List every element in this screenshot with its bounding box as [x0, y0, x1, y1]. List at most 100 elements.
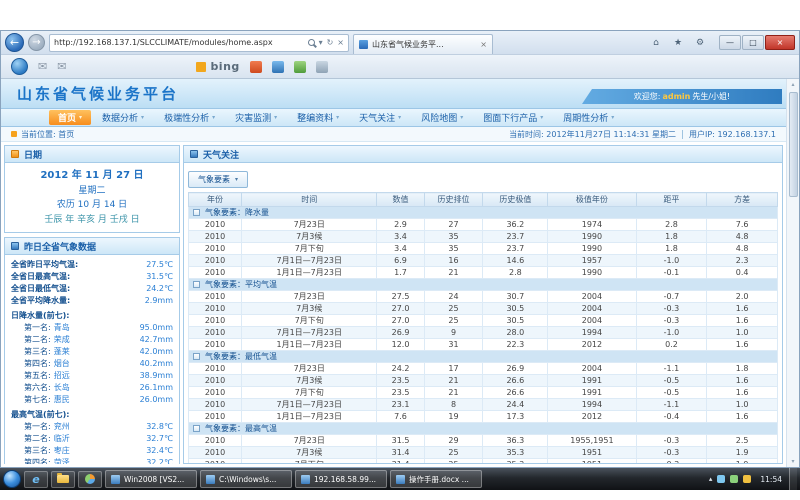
bing-label: bing — [210, 60, 239, 73]
table-cell: 2010 — [189, 231, 242, 243]
forward-icon: → — [32, 38, 40, 48]
chevron-down-icon: ▾ — [460, 114, 463, 121]
nav-item[interactable]: 图面下行产品▾ — [474, 110, 552, 125]
table-row: 20107月3候3.43523.719901.84.8 — [189, 231, 778, 243]
nav-item[interactable]: 极端性分析▾ — [155, 110, 224, 125]
table-cell: -0.5 — [636, 387, 707, 399]
toolbar-icon[interactable] — [272, 61, 284, 73]
minimize-button[interactable]: — — [719, 35, 741, 50]
table-cell: 25 — [424, 447, 483, 459]
antivirus-icon[interactable] — [730, 475, 738, 483]
element-filter-button[interactable]: 气象要素 ▾ — [188, 171, 248, 188]
nav-item[interactable]: 数据分析▾ — [93, 110, 153, 125]
bing-logo: bing — [196, 60, 239, 73]
rank-group-title: 日降水量(前七): — [11, 310, 173, 322]
taskbar-window-button[interactable]: Win2008 [VS2... — [105, 470, 197, 488]
expand-icon[interactable] — [193, 209, 200, 216]
home-icon: ⌂ — [653, 38, 659, 48]
address-bar[interactable]: http://192.168.137.1/SLCCLIMATE/modules/… — [49, 34, 349, 52]
section-row[interactable]: 气象要素：最低气温 — [189, 351, 778, 363]
tab-close-button[interactable]: × — [480, 40, 487, 49]
maximize-button[interactable]: □ — [742, 35, 764, 50]
table-cell: 8 — [424, 399, 483, 411]
ie-taskbar-button[interactable]: e — [24, 471, 48, 488]
chevron-down-icon: ▾ — [274, 114, 277, 121]
mail-icon[interactable]: ✉ — [38, 60, 47, 73]
nav-item[interactable]: 天气关注▾ — [350, 110, 410, 125]
table-cell: 2004 — [548, 303, 636, 315]
scrollbar-thumb[interactable] — [789, 92, 798, 197]
close-button[interactable]: × — [765, 35, 795, 50]
table-cell: 1.6 — [707, 339, 778, 351]
table-cell: 31.4 — [377, 447, 424, 459]
nav-item-label: 天气关注 — [359, 111, 395, 124]
page-scrollbar[interactable]: ▴ ▾ — [786, 79, 799, 467]
network-icon[interactable] — [717, 475, 725, 483]
mail-icon[interactable]: ✉ — [57, 60, 66, 73]
taskbar-window-button[interactable]: 192.168.58.99... — [295, 470, 387, 488]
search-icon[interactable] — [308, 39, 315, 46]
table-cell: 30.5 — [483, 303, 548, 315]
column-header: 距平 — [636, 193, 707, 207]
scroll-up-icon[interactable]: ▴ — [791, 79, 794, 90]
rank-label: 第七名: — [24, 394, 51, 406]
table-cell: 24.2 — [377, 363, 424, 375]
location-icon — [11, 131, 17, 137]
browser-tab[interactable]: 山东省气候业务平... × — [353, 34, 493, 54]
taskbar-window-button[interactable]: 操作手册.docx ... — [390, 470, 482, 488]
refresh-icon[interactable]: ↻ — [327, 38, 334, 47]
screen: ← → http://192.168.137.1/SLCCLIMATE/modu… — [0, 0, 800, 500]
table-row: 20107月23日24.21726.92004-1.11.8 — [189, 363, 778, 375]
toolbar-icon[interactable] — [250, 61, 262, 73]
table-cell: 2010 — [189, 447, 242, 459]
table-row: 20107月下旬27.02530.52004-0.31.6 — [189, 315, 778, 327]
taskbar-clock[interactable]: 11:54 — [756, 475, 786, 484]
tools-button[interactable]: ⚙ — [691, 35, 709, 51]
explorer-taskbar-button[interactable] — [51, 471, 75, 488]
table-cell: 1990 — [548, 243, 636, 255]
table-cell: 26.6 — [483, 375, 548, 387]
table-cell: 3.4 — [377, 243, 424, 255]
browser-forward-button[interactable]: → — [28, 34, 45, 51]
tray-expand-icon[interactable]: ▴ — [709, 475, 713, 483]
toolbar-icon[interactable] — [316, 61, 328, 73]
start-button[interactable] — [3, 470, 21, 488]
taskbar-button-label: 192.168.58.99... — [314, 475, 376, 484]
table-cell: 23.5 — [377, 375, 424, 387]
nav-item[interactable]: 整编资料▾ — [288, 110, 348, 125]
rank-value: 42.7mm — [140, 334, 173, 346]
section-row[interactable]: 气象要素：平均气温 — [189, 279, 778, 291]
expand-icon[interactable] — [193, 425, 200, 432]
rank-station: 蓬莱 — [54, 346, 140, 358]
nav-item[interactable]: 周期性分析▾ — [554, 110, 623, 125]
nav-item-label: 整编资料 — [297, 111, 333, 124]
expand-icon[interactable] — [193, 353, 200, 360]
home-button[interactable]: ⌂ — [647, 35, 665, 51]
media-taskbar-button[interactable] — [78, 471, 102, 488]
table-cell: 2012 — [548, 339, 636, 351]
taskbar-window-button[interactable]: C:\Windows\s... — [200, 470, 292, 488]
table-cell: 1.6 — [707, 375, 778, 387]
nav-item[interactable]: 灾害监测▾ — [226, 110, 286, 125]
expand-icon[interactable] — [193, 281, 200, 288]
scroll-down-icon[interactable]: ▾ — [791, 456, 794, 467]
favorites-button[interactable]: ★ — [669, 35, 687, 51]
section-row[interactable]: 气象要素：最高气温 — [189, 423, 778, 435]
toolbar-icon[interactable] — [294, 61, 306, 73]
nav-item[interactable]: 风险地图▾ — [412, 110, 472, 125]
taskbar-button-label: Win2008 [VS2... — [124, 475, 184, 484]
table-cell: 30.5 — [483, 315, 548, 327]
table-cell: 7月下旬 — [242, 315, 377, 327]
media-player-icon — [85, 474, 95, 484]
rank-value: 26.0mm — [140, 394, 173, 406]
table-row: 20107月3候27.02530.52004-0.31.6 — [189, 303, 778, 315]
table-cell: 2004 — [548, 363, 636, 375]
panel-title: 昨日全省气象数据 — [24, 240, 96, 253]
nav-item[interactable]: 首页▾ — [49, 110, 91, 125]
chevron-down-icon[interactable]: ▾ — [319, 38, 323, 47]
volume-icon[interactable] — [743, 475, 751, 483]
show-desktop-button[interactable] — [789, 468, 797, 490]
stop-icon[interactable]: × — [337, 38, 344, 47]
section-row[interactable]: 气象要素：降水量 — [189, 207, 778, 219]
browser-back-button[interactable]: ← — [5, 33, 24, 52]
